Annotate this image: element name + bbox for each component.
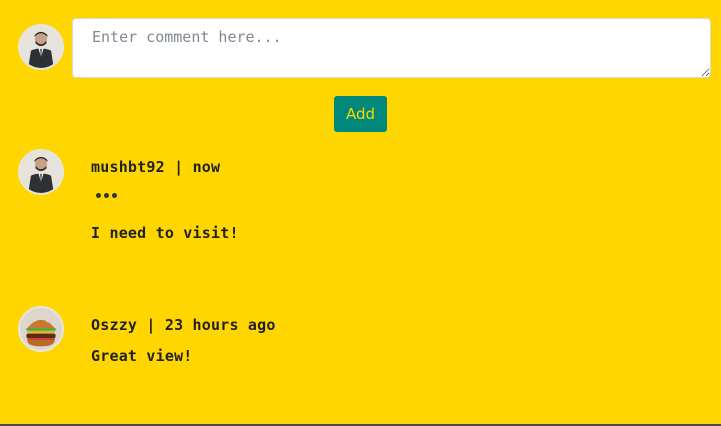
comment-author[interactable]: Oszzy	[91, 316, 137, 334]
comment-avatar	[18, 306, 64, 352]
comment-meta: mushbt92 | now	[91, 158, 220, 176]
comment-text: I need to visit!	[91, 224, 239, 242]
comment-meta: Oszzy | 23 hours ago	[91, 316, 276, 334]
comment-avatar	[18, 149, 64, 195]
comment-time: now	[192, 158, 221, 176]
user-avatar-man-suit-icon	[20, 26, 62, 68]
add-comment-button[interactable]: Add	[334, 96, 387, 132]
more-horizontal-icon[interactable]	[96, 193, 117, 198]
meta-separator: |	[164, 158, 193, 176]
user-avatar-burger-icon	[20, 308, 62, 350]
meta-separator: |	[137, 316, 165, 334]
comment-text: Great view!	[91, 347, 193, 365]
composer-avatar	[18, 24, 64, 70]
comment-author[interactable]: mushbt92	[91, 158, 165, 176]
comment-input[interactable]	[72, 18, 711, 78]
comment-time: 23 hours ago	[164, 316, 276, 334]
user-avatar-man-suit-icon	[20, 151, 62, 193]
